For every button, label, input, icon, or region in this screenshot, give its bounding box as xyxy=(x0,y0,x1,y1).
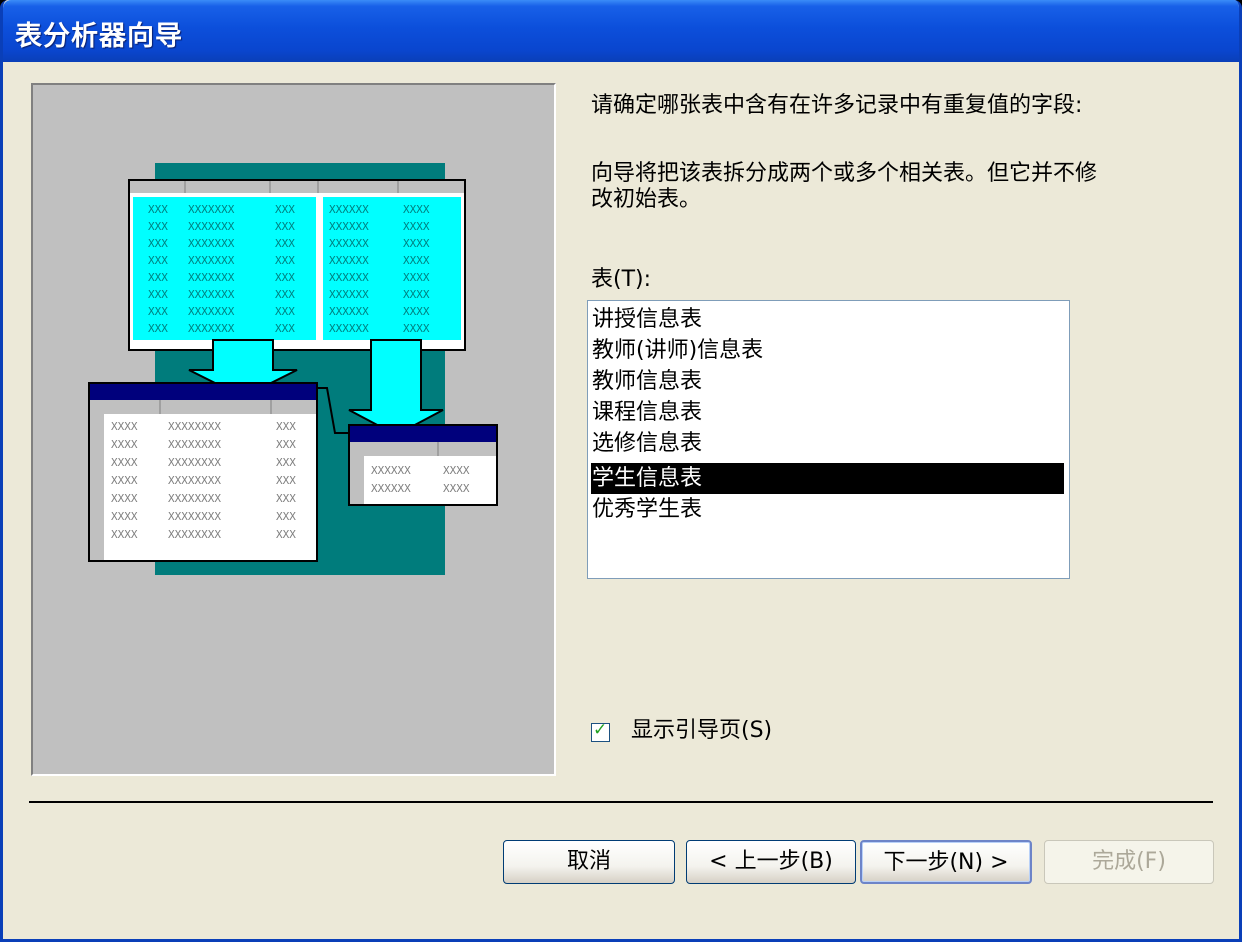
illus-cell: XXXX xyxy=(111,528,138,541)
illus-cell: XXXX xyxy=(111,492,138,505)
illus-cell: XXX xyxy=(276,420,296,433)
illus-cell: XXX xyxy=(276,528,296,541)
illus-cell: XXX xyxy=(275,288,295,301)
illus-cell: XXXXXX xyxy=(329,203,369,216)
illus-cell: XXXX xyxy=(403,220,430,233)
illus-cell: XXXXXXXX xyxy=(168,510,221,523)
illus-cell: XXX xyxy=(276,438,296,451)
dialog-window: 表分析器向导 XXX XXXXXXX XXX XXXXXX XXXX XXX X… xyxy=(0,0,1242,942)
illus-cell: XXX xyxy=(276,510,296,523)
illus-cell: XXXXXX xyxy=(329,254,369,267)
illus-cell: XXX xyxy=(148,322,168,335)
list-item[interactable]: 选修信息表 xyxy=(591,428,703,459)
list-item[interactable]: 教师信息表 xyxy=(591,366,703,397)
illus-cell: XXX xyxy=(148,203,168,216)
illus-cell: XXXX xyxy=(403,271,430,284)
illus-cell: XXXXXXX xyxy=(188,271,235,284)
illus-cell: XXXXXX xyxy=(329,237,369,250)
illus-cell: XXXX xyxy=(403,254,430,267)
illus-cell: XXXX xyxy=(403,322,430,335)
list-item[interactable]: 优秀学生表 xyxy=(591,494,703,525)
illus-cell: XXXX xyxy=(111,510,138,523)
illus-cell: XXXX xyxy=(111,456,138,469)
illus-cell: XXX xyxy=(276,492,296,505)
illus-cell: XXX xyxy=(148,288,168,301)
illus-cell: XXX xyxy=(148,271,168,284)
illus-cell: XXXXXX xyxy=(329,271,369,284)
illus-cell: XXXXXXXX xyxy=(168,456,221,469)
illus-cell: XXX xyxy=(275,237,295,250)
show-intro-checkbox[interactable]: ✓ xyxy=(591,720,610,742)
illus-cell: XXXX xyxy=(111,474,138,487)
show-intro-label[interactable]: 显示引导页(S) xyxy=(631,717,772,745)
illus-cell: XXXXXX xyxy=(329,305,369,318)
illus-cell: XXXXXX xyxy=(329,220,369,233)
illus-cell: XXXXXXX xyxy=(188,254,235,267)
illus-cell: XXXX xyxy=(403,237,430,250)
tables-listbox[interactable]: 讲授信息表 教师(讲师)信息表 教师信息表 课程信息表 选修信息表 学生信息表 … xyxy=(587,300,1070,579)
button-divider xyxy=(29,801,1213,803)
illus-cell: XXXXXXXX xyxy=(168,420,221,433)
illus-cell: XXXX xyxy=(403,203,430,216)
illus-cell: XXX xyxy=(148,237,168,250)
illus-cell: XXXXXXX xyxy=(188,237,235,250)
cancel-button[interactable]: 取消 xyxy=(503,840,675,884)
illus-cell: XXX xyxy=(148,305,168,318)
illus-cell: XXXX xyxy=(111,438,138,451)
window-title: 表分析器向导 xyxy=(15,21,183,52)
illus-cell: XXXXXX xyxy=(371,482,411,495)
illus-cell: XXXXXXX xyxy=(188,305,235,318)
illus-cell: XXXXXXXX xyxy=(168,438,221,451)
illus-cell: XXXXXXX xyxy=(188,220,235,233)
next-button[interactable]: 下一步(N) > xyxy=(860,840,1032,884)
illus-cell: XXX xyxy=(275,305,295,318)
illus-cell: XXXX xyxy=(443,464,470,477)
illus-cell: XXXXXX xyxy=(329,322,369,335)
finish-button[interactable]: 完成(F) xyxy=(1044,840,1214,884)
illus-cell: XXX xyxy=(275,220,295,233)
illus-cell: XXX xyxy=(276,456,296,469)
illus-cell: XXXXXXXX xyxy=(168,492,221,505)
illus-cell: XXX xyxy=(276,474,296,487)
illus-cell: XXX xyxy=(275,254,295,267)
illus-cell: XXXXXX xyxy=(371,464,411,477)
wizard-illustration: XXX XXXXXXX XXX XXXXXX XXXX XXX XXXXXXX … xyxy=(31,83,556,776)
instruction-text: 请确定哪张表中含有在许多记录中有重复值的字段: xyxy=(591,93,1083,118)
illus-cell: XXXX xyxy=(443,482,470,495)
illus-cell: XXXXXXXX xyxy=(168,474,221,487)
tables-label: 表(T): xyxy=(591,267,652,292)
illus-cell: XXXXXXX xyxy=(188,203,235,216)
illus-cell: XXX xyxy=(275,271,295,284)
illus-cell: XXXXXXX xyxy=(188,322,235,335)
illus-cell: XXXXXX xyxy=(329,288,369,301)
illus-cell: XXXX xyxy=(403,288,430,301)
list-item-selected[interactable]: 学生信息表 xyxy=(591,463,1064,494)
illus-cell: XXXXXXX xyxy=(188,288,235,301)
description-text-line1: 向导将把该表拆分成两个或多个相关表。但它并不修 xyxy=(591,161,1098,186)
illus-cell: XXXX xyxy=(403,305,430,318)
title-bar[interactable]: 表分析器向导 xyxy=(3,0,1239,62)
table-split-illustration: XXX XXXXXXX XXX XXXXXX XXXX XXX XXXXXXX … xyxy=(88,163,498,575)
list-item[interactable]: 讲授信息表 xyxy=(591,304,703,335)
back-button[interactable]: < 上一步(B) xyxy=(686,840,856,884)
checkmark-icon: ✓ xyxy=(593,720,608,740)
list-item[interactable]: 教师(讲师)信息表 xyxy=(591,335,764,366)
illus-cell: XXX xyxy=(275,203,295,216)
illus-cell: XXXXXXXX xyxy=(168,528,221,541)
description-text-line2: 改初始表。 xyxy=(591,187,702,212)
illus-cell: XXX xyxy=(148,254,168,267)
illus-cell: XXXX xyxy=(111,420,138,433)
illus-cell: XXX xyxy=(275,322,295,335)
list-item[interactable]: 课程信息表 xyxy=(591,397,703,428)
illus-cell: XXX xyxy=(148,220,168,233)
